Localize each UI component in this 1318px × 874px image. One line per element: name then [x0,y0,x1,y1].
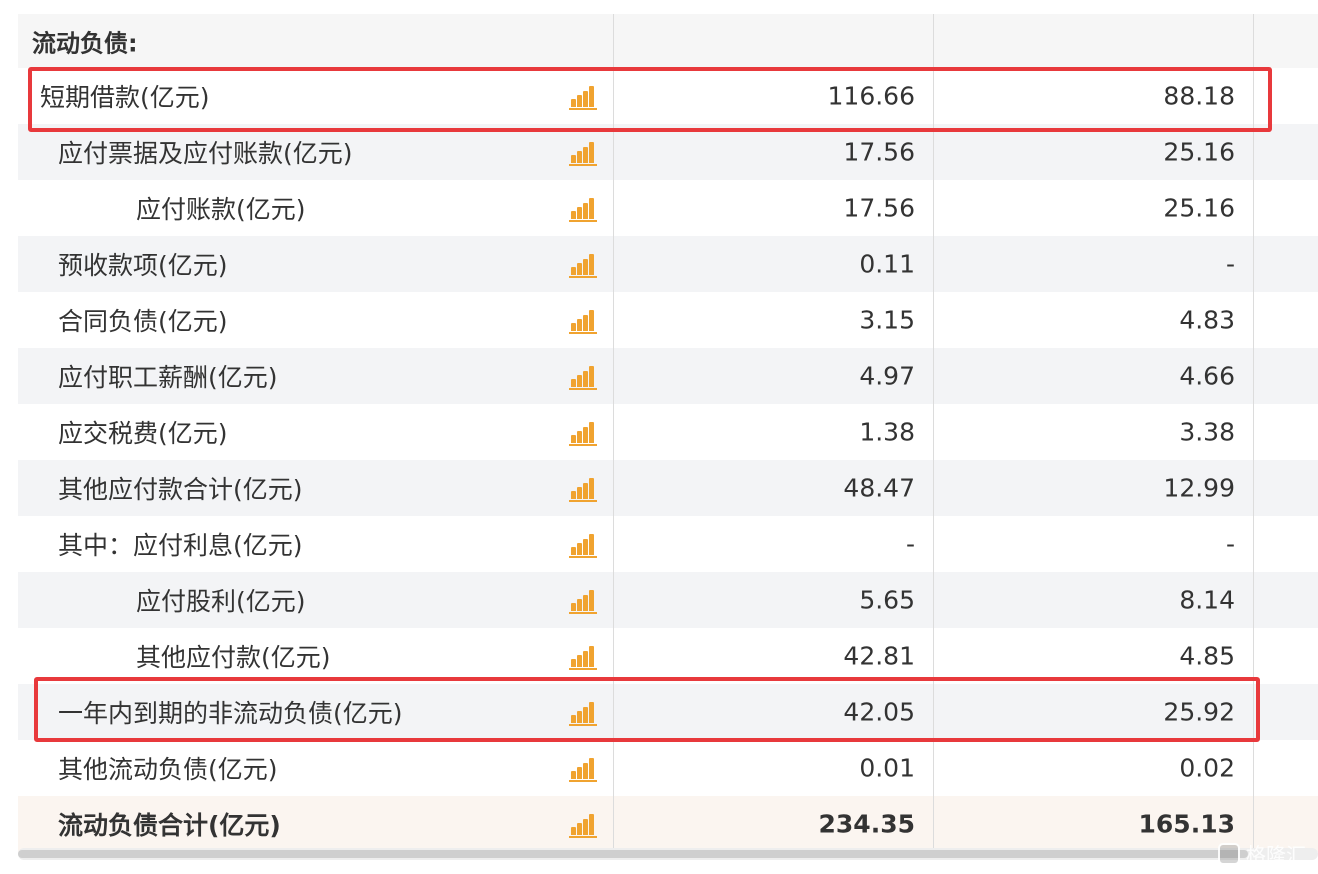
bar-chart-icon[interactable] [569,477,597,502]
row-value-1: 42.05 [843,697,915,727]
row-value-1: 234.35 [818,809,915,839]
row-value-2: 4.83 [1179,305,1235,335]
row-label: 一年内到期的非流动负债(亿元) [58,699,403,728]
row-label: 应交税费(亿元) [58,419,228,448]
table-row: 应付账款(亿元) 17.56 25.16 [18,180,1318,236]
table-row: 预收款项(亿元) 0.11 - [18,236,1318,292]
row-value-2: 165.13 [1138,809,1235,839]
bar-chart-icon[interactable] [569,197,597,222]
row-value-2: 12.99 [1163,473,1235,503]
bar-chart-icon[interactable] [569,757,597,782]
row-value-2: 25.16 [1163,193,1235,223]
bar-chart-icon[interactable] [569,85,597,110]
row-label: 应付职工薪酬(亿元) [58,363,278,392]
total-row: 流动负债合计(亿元) 234.35 165.13 [18,796,1318,852]
row-value-2: 4.85 [1179,641,1235,671]
row-label: 其他应付款(亿元) [136,643,331,672]
section-header: 流动负债: [32,29,138,58]
table-row: 其他应付款合计(亿元) 48.47 12.99 [18,460,1318,516]
row-value-1: 0.01 [859,753,915,783]
bar-chart-icon[interactable] [569,645,597,670]
row-value-1: 48.47 [843,473,915,503]
row-value-1: 116.66 [827,81,915,111]
balance-sheet-table: 流动负债: 短期借款(亿元) 116.66 88.18 应付票据及应付账款(亿元… [18,14,1318,852]
row-value-1: 42.81 [843,641,915,671]
table-row: 应付职工薪酬(亿元) 4.97 4.66 [18,348,1318,404]
row-value-2: - [1225,529,1235,559]
row-value-2: 8.14 [1179,585,1235,615]
row-value-2: 88.18 [1163,81,1235,111]
bar-chart-icon[interactable] [569,421,597,446]
row-value-2: 25.16 [1163,137,1235,167]
bar-chart-icon[interactable] [569,309,597,334]
watermark-text: 格隆汇 [1246,843,1306,867]
row-value-1: 17.56 [843,193,915,223]
table-row: 其中：应付利息(亿元) - - [18,516,1318,572]
row-value-1: 4.97 [859,361,915,391]
watermark: 格隆汇 [1218,839,1306,868]
bar-chart-icon[interactable] [569,365,597,390]
row-value-2: 0.02 [1179,753,1235,783]
table-row: 合同负债(亿元) 3.15 4.83 [18,292,1318,348]
table-row: 应付票据及应付账款(亿元) 17.56 25.16 [18,124,1318,180]
table-row: 一年内到期的非流动负债(亿元) 42.05 25.92 [18,684,1318,740]
table-row: 应交税费(亿元) 1.38 3.38 [18,404,1318,460]
row-label: 应付票据及应付账款(亿元) [58,139,353,168]
row-label: 应付股利(亿元) [136,587,306,616]
section-header-row: 流动负债: [18,14,1318,68]
row-value-1: 0.11 [859,249,915,279]
row-value-1: 5.65 [859,585,915,615]
row-label: 应付账款(亿元) [136,195,306,224]
row-value-1: 17.56 [843,137,915,167]
row-value-2: 4.66 [1179,361,1235,391]
row-label: 其他应付款合计(亿元) [58,475,303,504]
horizontal-scrollbar[interactable] [18,848,1318,860]
row-value-1: 3.15 [859,305,915,335]
table-row: 短期借款(亿元) 116.66 88.18 [18,68,1318,124]
bar-chart-icon[interactable] [569,701,597,726]
row-value-2: 25.92 [1163,697,1235,727]
bar-chart-icon[interactable] [569,253,597,278]
row-value-2: 3.38 [1179,417,1235,447]
bar-chart-icon[interactable] [569,589,597,614]
row-label: 预收款项(亿元) [58,251,228,280]
bar-chart-icon[interactable] [569,141,597,166]
row-label: 合同负债(亿元) [58,307,228,336]
watermark-logo-icon [1218,842,1240,865]
row-label: 其他流动负债(亿元) [58,755,278,784]
table-row: 其他流动负债(亿元) 0.01 0.02 [18,740,1318,796]
row-value-2: - [1225,249,1235,279]
scrollbar-thumb[interactable] [18,850,1248,858]
bar-chart-icon[interactable] [569,813,597,838]
table-row: 其他应付款(亿元) 42.81 4.85 [18,628,1318,684]
row-value-1: 1.38 [859,417,915,447]
bar-chart-icon[interactable] [569,533,597,558]
row-value-1: - [905,529,915,559]
table-row: 应付股利(亿元) 5.65 8.14 [18,572,1318,628]
row-label: 其中：应付利息(亿元) [58,531,303,560]
row-label: 流动负债合计(亿元) [58,811,281,840]
row-label: 短期借款(亿元) [40,83,210,112]
